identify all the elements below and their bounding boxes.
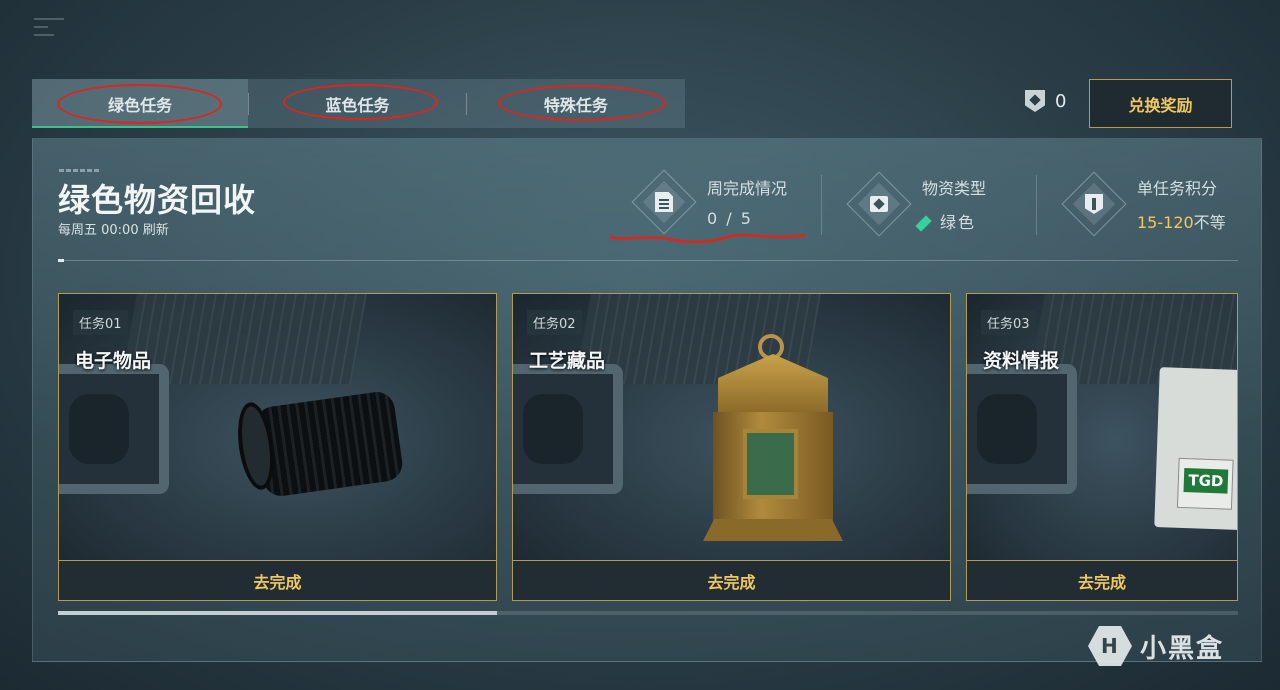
shield-icon xyxy=(1085,194,1103,214)
mission-name: 工艺藏品 xyxy=(529,350,606,372)
points-value: 0 xyxy=(1055,90,1067,112)
stat-frame xyxy=(631,168,697,235)
card-scrollbar[interactable] xyxy=(58,611,1238,615)
weekly-progress-stat: 周完成情况 0 / 5 xyxy=(631,168,788,235)
tab-label: 特殊任务 xyxy=(543,95,608,115)
watermark: 小黑盒 xyxy=(1088,626,1224,666)
green-gem-icon xyxy=(920,215,932,227)
redeem-rewards-button[interactable]: 兑换奖励 xyxy=(1089,79,1232,128)
section-divider xyxy=(58,259,1238,262)
score-stat: 单任务积分 15-120不等 xyxy=(1061,171,1226,237)
mission-name: 资料情报 xyxy=(983,350,1060,372)
mission-card-electronics[interactable]: 任务01 电子物品 去完成 xyxy=(58,293,497,601)
corner-decoration xyxy=(34,18,64,48)
stat-frame xyxy=(846,171,912,237)
annotation-underline xyxy=(609,233,807,243)
points-shield-icon xyxy=(1025,90,1045,112)
lantern-image xyxy=(698,334,848,554)
stat-divider xyxy=(1036,175,1037,235)
mission-panel: 绿色物资回收 每周五 00:00 刷新 周完成情况 0 / 5 物资类型 绿色 … xyxy=(32,138,1262,662)
go-complete-button[interactable]: 去完成 xyxy=(513,560,950,600)
stat-frame xyxy=(1061,171,1127,237)
tab-blue-missions[interactable]: 蓝色任务 xyxy=(249,79,465,128)
stat-label: 单任务积分 xyxy=(1137,179,1218,198)
tab-label: 蓝色任务 xyxy=(325,95,390,115)
scrollbar-thumb[interactable] xyxy=(58,611,497,615)
drive-label: TGD xyxy=(1183,468,1229,494)
tab-label: 绿色任务 xyxy=(108,95,173,115)
mission-number: 任务02 xyxy=(527,310,582,335)
page-title: 绿色物资回收 xyxy=(58,181,257,219)
go-complete-button[interactable]: 去完成 xyxy=(967,560,1237,600)
watermark-text: 小黑盒 xyxy=(1140,633,1225,664)
supply-type-stat: 物资类型 绿色 xyxy=(846,171,987,237)
mission-card-crafts[interactable]: 任务02 工艺藏品 去完成 xyxy=(512,293,951,601)
camera-lens-image xyxy=(233,384,409,499)
supply-box-icon xyxy=(870,196,888,212)
panel-decoration xyxy=(59,157,101,176)
stat-label: 物资类型 xyxy=(922,179,987,198)
points-counter: 0 xyxy=(1025,90,1066,112)
xiaoheihe-logo-icon xyxy=(1088,626,1132,666)
go-complete-button[interactable]: 去完成 xyxy=(59,560,496,600)
hard-drive-image: TGD xyxy=(1154,367,1237,531)
stat-label: 周完成情况 xyxy=(707,179,788,198)
score-value: 15-120不等 xyxy=(1137,213,1226,232)
stat-divider xyxy=(821,175,822,235)
mission-card-intel[interactable]: TGD 任务03 资料情报 去完成 xyxy=(966,293,1238,601)
mission-number: 任务03 xyxy=(981,310,1036,335)
tab-green-missions[interactable]: 绿色任务 xyxy=(32,79,249,128)
refresh-time: 每周五 00:00 刷新 xyxy=(58,223,169,238)
tab-special-missions[interactable]: 特殊任务 xyxy=(467,79,685,128)
supply-type-value: 绿色 xyxy=(920,209,986,233)
mission-name: 电子物品 xyxy=(75,350,152,372)
mission-number: 任务01 xyxy=(73,310,128,335)
document-icon xyxy=(655,192,673,212)
weekly-progress-value: 0 / 5 xyxy=(707,209,753,228)
mission-tab-bar: 绿色任务 蓝色任务 特殊任务 xyxy=(32,79,685,128)
